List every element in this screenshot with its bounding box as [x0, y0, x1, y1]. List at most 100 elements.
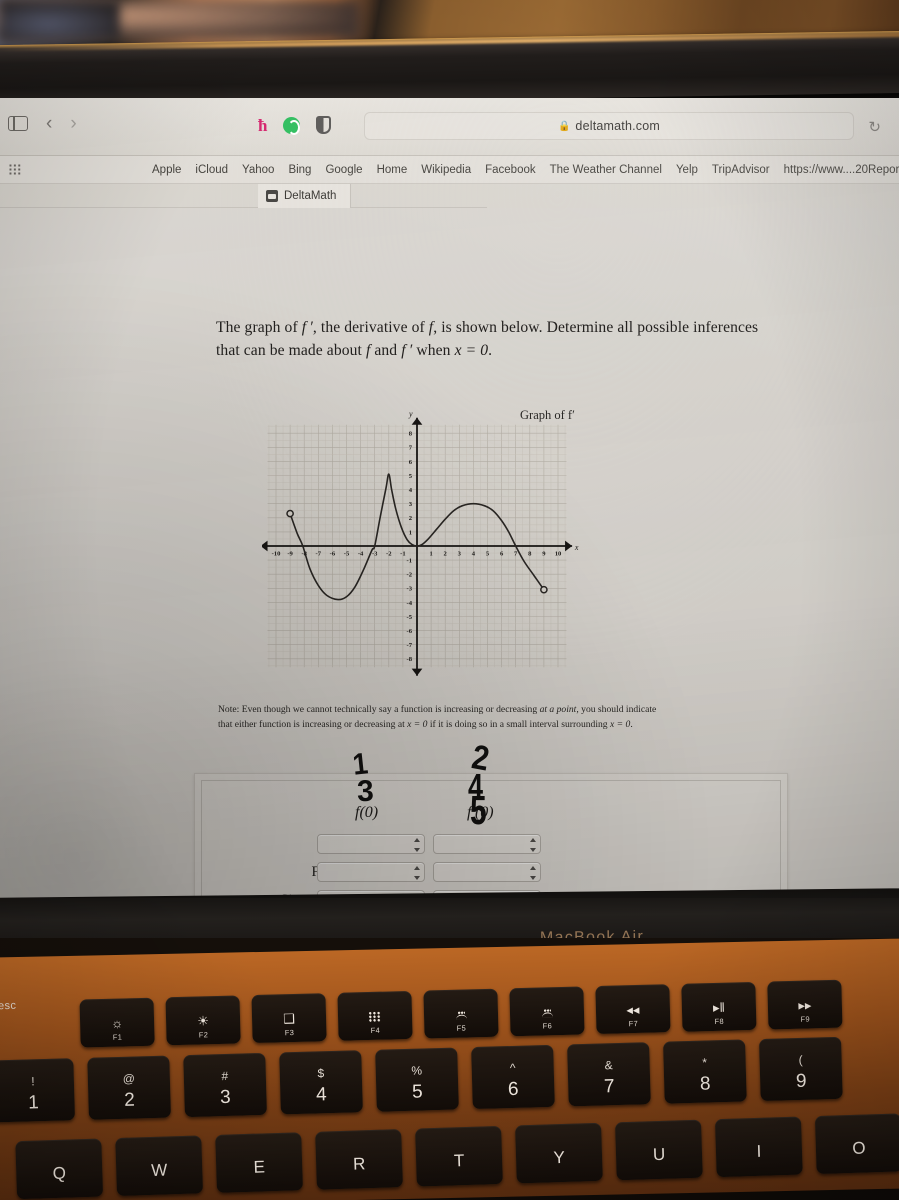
- bookmark-item[interactable]: Home: [377, 164, 408, 176]
- bookmark-item[interactable]: Facebook: [485, 164, 536, 176]
- key-8[interactable]: * 8: [663, 1039, 747, 1104]
- select-value-f[interactable]: [317, 834, 425, 854]
- bookmark-item[interactable]: https://www....20Report.pdf: [784, 164, 899, 176]
- bookmark-item[interactable]: Bing: [288, 164, 311, 176]
- honey-extension-icon[interactable]: ħ: [258, 117, 267, 134]
- back-chevron-icon[interactable]: ‹: [46, 114, 52, 133]
- key-shift-symbol: #: [221, 1068, 229, 1084]
- grammarly-extension-icon[interactable]: [283, 116, 301, 135]
- key-9[interactable]: (9: [759, 1036, 843, 1102]
- laptop-screen: ‹ › ħ 🔒 deltamath.com ↻ Apple iCloud Yah…: [0, 98, 899, 898]
- key-4[interactable]: $4: [279, 1050, 363, 1115]
- key-f6[interactable]: F6: [509, 986, 585, 1037]
- key-label: W: [150, 1160, 168, 1180]
- svg-text:-6: -6: [407, 628, 413, 635]
- question-line2-d: .: [488, 342, 493, 360]
- key-o[interactable]: O: [814, 1113, 899, 1175]
- key-f2[interactable]: ☀ F2: [165, 995, 241, 1046]
- svg-text:10: 10: [555, 551, 562, 558]
- tab-strip: DeltaMath: [0, 184, 899, 208]
- key-label: 4: [315, 1084, 327, 1106]
- key-f9[interactable]: ▸▸ F9: [767, 979, 843, 1030]
- select-feature-fprime[interactable]: [433, 862, 541, 882]
- sidebar-icon[interactable]: [8, 116, 28, 131]
- svg-text:-3: -3: [407, 586, 413, 593]
- brightness-up-icon: ☀: [197, 1013, 210, 1029]
- stepper-icon[interactable]: [529, 838, 536, 852]
- extension-icons: ħ: [258, 116, 332, 135]
- key-i[interactable]: I: [714, 1116, 803, 1178]
- bookmark-item[interactable]: The Weather Channel: [550, 164, 662, 176]
- svg-text:-3: -3: [372, 551, 378, 558]
- key-6[interactable]: ^ 6: [471, 1044, 555, 1110]
- select-value-fprime[interactable]: [433, 834, 541, 854]
- lock-icon: 🔒: [557, 120, 571, 132]
- tab-label: DeltaMath: [284, 190, 337, 202]
- key-label: 8: [699, 1073, 711, 1095]
- question-line1-c: , is shown below. Determine all possible: [433, 319, 690, 336]
- key-f7[interactable]: ◂◂ F7: [595, 984, 671, 1035]
- key-1[interactable]: ! 1: [0, 1058, 76, 1123]
- key-label: F1: [112, 1032, 123, 1042]
- key-2[interactable]: @2: [87, 1055, 171, 1120]
- svg-text:1: 1: [409, 529, 412, 536]
- answer-card: f(0) f′(0) Value Feature Sign Change: [194, 773, 788, 898]
- key-label: F8: [714, 1016, 725, 1026]
- key-3[interactable]: #3: [183, 1052, 267, 1118]
- duckduckgo-extension-icon[interactable]: [316, 116, 332, 134]
- mission-control-icon: ❑: [283, 1010, 296, 1027]
- bookmark-item[interactable]: iCloud: [195, 164, 228, 176]
- key-label: 9: [795, 1070, 807, 1093]
- svg-text:-7: -7: [316, 551, 322, 558]
- key-f3[interactable]: ❑ F3: [251, 993, 327, 1044]
- forward-chevron-icon[interactable]: ›: [70, 114, 76, 133]
- key-f5[interactable]: F5: [423, 988, 499, 1039]
- question-line2-c: when: [412, 342, 455, 360]
- key-q[interactable]: Q: [15, 1138, 104, 1200]
- svg-text:-7: -7: [407, 642, 413, 649]
- apps-grid-icon[interactable]: [9, 164, 22, 176]
- address-bar[interactable]: 🔒 deltamath.com: [364, 112, 854, 140]
- key-label: U: [652, 1144, 666, 1165]
- key-label: Q: [52, 1163, 67, 1184]
- reload-icon[interactable]: ↻: [868, 118, 881, 136]
- keyboard-backlight-up-icon: [540, 1009, 553, 1017]
- key-shift-symbol: $: [317, 1066, 325, 1081]
- key-f4[interactable]: F4: [337, 990, 413, 1041]
- note-e: if it is doing so in a small interval su…: [427, 718, 610, 730]
- svg-text:-4: -4: [407, 600, 413, 607]
- bookmark-item[interactable]: TripAdvisor: [712, 164, 770, 176]
- key-label: 1: [27, 1092, 40, 1114]
- key-u[interactable]: U: [615, 1119, 703, 1181]
- bookmark-item[interactable]: Yelp: [676, 164, 698, 176]
- key-7[interactable]: & 7: [567, 1042, 651, 1107]
- key-shift-symbol: *: [702, 1055, 708, 1070]
- stepper-icon[interactable]: [529, 866, 536, 880]
- select-feature-f[interactable]: [317, 862, 425, 882]
- key-shift-symbol: &: [604, 1058, 613, 1073]
- stepper-icon[interactable]: [413, 866, 420, 880]
- page-content: The graph of f ′, the derivative of f, i…: [0, 208, 899, 898]
- key-label: 2: [123, 1089, 136, 1111]
- key-f8[interactable]: ▸‖ F8: [681, 981, 757, 1032]
- key-f1[interactable]: ☼ F1: [79, 997, 155, 1048]
- bookmark-item[interactable]: Google: [325, 164, 362, 176]
- bookmark-item[interactable]: Apple: [152, 164, 181, 176]
- bookmark-item[interactable]: Yahoo: [242, 164, 274, 176]
- key-t[interactable]: T: [415, 1125, 503, 1187]
- keyboard-backlight-down-icon: [454, 1011, 467, 1019]
- stepper-icon[interactable]: [413, 838, 420, 852]
- brightness-down-icon: ☼: [110, 1015, 124, 1031]
- key-r[interactable]: R: [315, 1129, 403, 1190]
- svg-text:-4: -4: [358, 551, 364, 558]
- rewind-icon: ◂◂: [626, 1001, 640, 1018]
- key-label: T: [453, 1151, 465, 1171]
- tab-deltamath[interactable]: DeltaMath: [258, 184, 352, 208]
- key-e[interactable]: E: [215, 1132, 303, 1193]
- svg-text:x: x: [574, 543, 579, 552]
- key-5[interactable]: % 5: [375, 1047, 459, 1112]
- bookmark-item[interactable]: Wikipedia: [421, 164, 471, 176]
- svg-text:1: 1: [429, 551, 432, 558]
- key-y[interactable]: Y: [515, 1122, 603, 1184]
- key-w[interactable]: W: [115, 1135, 204, 1197]
